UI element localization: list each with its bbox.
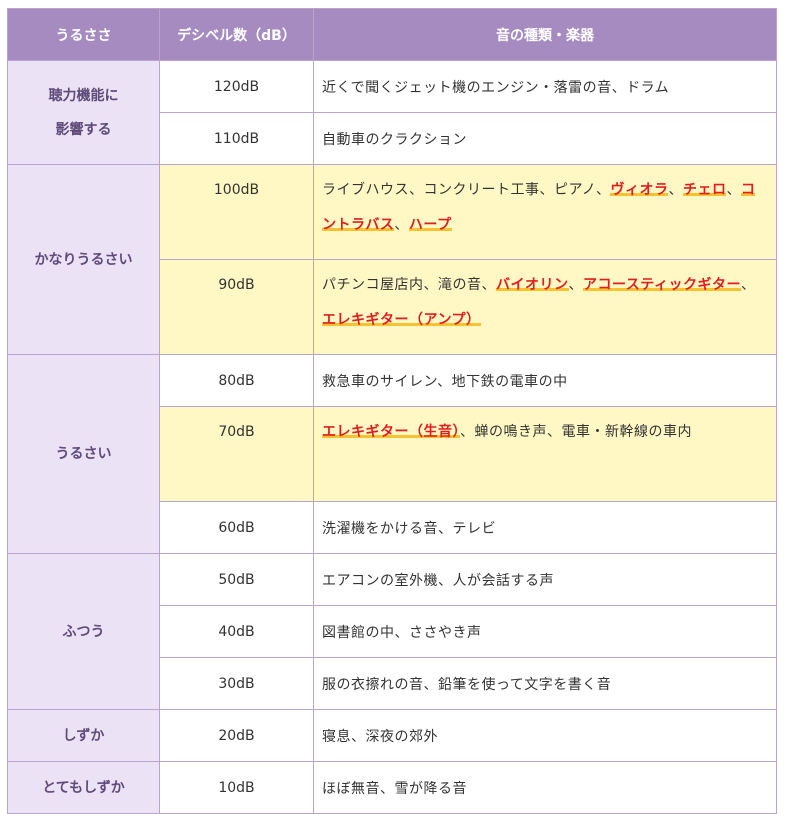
description-text: 、 (740, 277, 756, 293)
decibel-cell: 90dB (159, 259, 314, 355)
instrument-highlight: ハープ (408, 217, 452, 233)
description-text: 図書館の中、ささやき声 (322, 624, 482, 641)
decibel-cell: 70dB (159, 406, 314, 502)
instrument-highlight: エレキギター（生音） (322, 424, 460, 440)
table-row: しずか 20dB 寝息、深夜の郊外 (7, 709, 777, 762)
description-text: パチンコ屋店内、滝の音、 (322, 277, 496, 293)
header-decibels: デシベル数（dB） (159, 8, 314, 61)
description-text: 自動車のクラクション (322, 131, 467, 148)
sound-description-cell: 自動車のクラクション (313, 112, 777, 165)
decibel-cell: 30dB (159, 657, 314, 710)
description-text: ライブハウス、コンクリート工事、ピアノ、 (322, 182, 611, 198)
decibel-cell: 10dB (159, 761, 314, 814)
loudness-level-cell: かなりうるさい (7, 164, 160, 355)
decibel-cell: 100dB (159, 164, 314, 260)
instrument-highlight: アコースティックギター (583, 277, 741, 293)
loudness-level-label: うるさい (55, 446, 112, 462)
decibel-cell: 50dB (159, 553, 314, 606)
sound-description-cell: 服の衣擦れの音、鉛筆を使って文字を書く音 (313, 657, 777, 710)
sound-description-cell: 寝息、深夜の郊外 (313, 709, 777, 762)
decibel-cell: 120dB (159, 60, 314, 113)
table-row: かなりうるさい 100dB ライブハウス、コンクリート工事、ピアノ、ヴィオラ、チェロ… (7, 164, 777, 355)
decibel-cell: 20dB (159, 709, 314, 762)
decibel-cell: 60dB (159, 501, 314, 554)
sound-description-cell: パチンコ屋店内、滝の音、バイオリン、アコースティックギター、エレキギター（アンプ… (313, 259, 777, 355)
loudness-level-cell: とてもしずか (7, 761, 160, 814)
noise-level-table: うるささ デシベル数（dB） 音の種類・楽器 聴力機能に 影響する 120dB 近くで… (7, 8, 777, 814)
noise-level-table-container: うるささ デシベル数（dB） 音の種類・楽器 聴力機能に 影響する 120dB 近くで… (7, 8, 777, 814)
decibel-cell: 80dB (159, 354, 314, 407)
description-text: 、蝉の鳴き声、電車・新幹線の車内 (460, 424, 692, 440)
sound-description-cell: ライブハウス、コンクリート工事、ピアノ、ヴィオラ、チェロ、コントラバス、ハープ (313, 164, 777, 260)
instrument-highlight: ヴィオラ (610, 182, 669, 198)
table-body: 聴力機能に 影響する 120dB 近くで聞くジェット機のエンジン・落雷の音、ドラム 11… (7, 60, 777, 814)
sound-description-cell: エレキギター（生音）、蝉の鳴き声、電車・新幹線の車内 (313, 406, 777, 502)
decibel-cell: 40dB (159, 605, 314, 658)
header-loudness: うるささ (7, 8, 160, 61)
sound-description-cell: 図書館の中、ささやき声 (313, 605, 777, 658)
description-text: ほぼ無音、雪が降る音 (322, 780, 467, 797)
instrument-highlight: エレキギター（アンプ） (322, 312, 481, 328)
table-row: うるさい 80dB 救急車のサイレン、地下鉄の電車の中 (7, 354, 777, 554)
description-text: エアコンの室外機、人が会話する声 (322, 572, 554, 589)
instrument-highlight: チェロ (682, 182, 727, 198)
header-row: うるささ デシベル数（dB） 音の種類・楽器 (7, 8, 777, 61)
description-text: 洗濯機をかける音、テレビ (322, 520, 496, 537)
sound-description-cell: 救急車のサイレン、地下鉄の電車の中 (313, 354, 777, 407)
decibel-cell: 110dB (159, 112, 314, 165)
loudness-level-label: 聴力機能に (48, 87, 119, 104)
description-text: 服の衣擦れの音、鉛筆を使って文字を書く音 (322, 676, 612, 693)
loudness-level-cell: しずか (7, 709, 160, 762)
loudness-level-label: とてもしずか (42, 779, 125, 796)
loudness-level-label: ふつう (62, 623, 105, 640)
description-text: 、 (726, 182, 741, 198)
description-text: 寝息、深夜の郊外 (322, 728, 438, 745)
table-row: 聴力機能に 影響する 120dB 近くで聞くジェット機のエンジン・落雷の音、ドラム (7, 60, 777, 165)
loudness-level-label: かなりうるさい (34, 251, 133, 268)
sound-description-cell: 洗濯機をかける音、テレビ (313, 501, 777, 554)
loudness-level-cell: 聴力機能に 影響する (7, 60, 160, 165)
description-text: 近くで聞くジェット機のエンジン・落雷の音、ドラム (322, 79, 670, 96)
table-row: とてもしずか 10dB ほぼ無音、雪が降る音 (7, 761, 777, 814)
sound-description-cell: ほぼ無音、雪が降る音 (313, 761, 777, 814)
description-text: 、 (568, 277, 583, 293)
header-sound-types: 音の種類・楽器 (313, 8, 777, 61)
table-header: うるささ デシベル数（dB） 音の種類・楽器 (7, 8, 777, 61)
loudness-level-cell: ふつう (7, 553, 160, 710)
description-text: 救急車のサイレン、地下鉄の電車の中 (322, 373, 568, 390)
description-text: 、 (394, 217, 409, 233)
description-text: 、 (668, 182, 683, 198)
loudness-level-label: しずか (62, 727, 105, 744)
sound-description-cell: エアコンの室外機、人が会話する声 (313, 553, 777, 606)
instrument-highlight: バイオリン (496, 277, 569, 293)
sound-description-cell: 近くで聞くジェット機のエンジン・落雷の音、ドラム (313, 60, 777, 113)
loudness-level-label: 影響する (55, 121, 112, 138)
loudness-level-cell: うるさい (7, 354, 160, 554)
table-row: ふつう 50dB エアコンの室外機、人が会話する声 (7, 553, 777, 710)
